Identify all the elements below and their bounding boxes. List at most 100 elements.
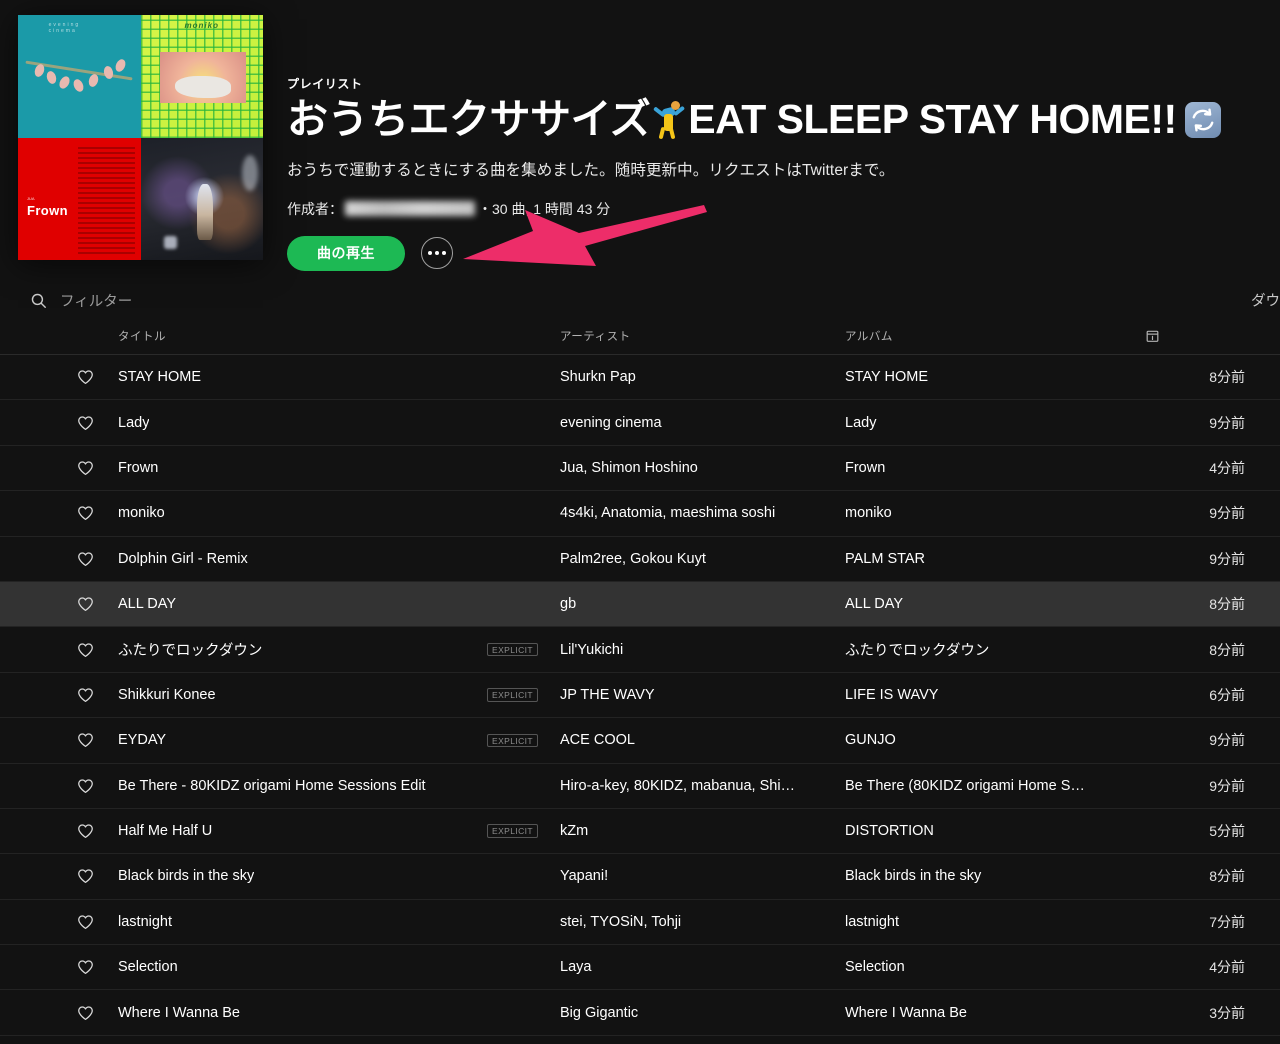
table-row[interactable]: lastnight stei, TYOSiN, Tohji lastnight 7分前 xyxy=(0,899,1280,945)
track-title-cell[interactable]: Dolphin Girl - Remix xyxy=(118,536,560,581)
table-row[interactable]: EYDAY EXPLICIT ACE COOL GUNJO 9分前 xyxy=(0,718,1280,764)
track-artist[interactable]: Lil'Yukichi xyxy=(560,627,845,672)
table-row[interactable]: Frown Jua, Shimon Hoshino Frown 4分前 xyxy=(0,445,1280,491)
heart-outline-icon[interactable] xyxy=(76,504,95,522)
heart-outline-icon[interactable] xyxy=(76,550,95,568)
track-title-cell[interactable]: Where I Wanna Be xyxy=(118,990,560,1035)
column-header-album[interactable]: アルバム xyxy=(845,328,1145,355)
table-row[interactable]: ALL DAY gb ALL DAY 8分前 xyxy=(0,581,1280,627)
table-row[interactable]: Dolphin Girl - Remix Palm2ree, Gokou Kuyt… xyxy=(0,536,1280,582)
like-cell[interactable] xyxy=(0,581,118,626)
track-title-cell[interactable]: ALL DAY xyxy=(118,581,560,626)
heart-outline-icon[interactable] xyxy=(76,958,95,976)
track-artist[interactable]: Shurkn Pap xyxy=(560,355,845,400)
track-album[interactable]: lastnight xyxy=(845,899,1145,944)
track-title-cell[interactable]: Selection xyxy=(118,945,560,990)
table-row[interactable]: ふたりでロックダウン EXPLICIT Lil'Yukichi ふたりでロックダウン 8… xyxy=(0,627,1280,673)
heart-outline-icon[interactable] xyxy=(76,731,95,749)
track-artist[interactable]: Jua, Shimon Hoshino xyxy=(560,445,845,490)
like-cell[interactable] xyxy=(0,355,118,400)
like-cell[interactable] xyxy=(0,718,118,763)
track-title-cell[interactable]: EYDAY EXPLICIT xyxy=(118,718,560,763)
track-title-cell[interactable]: Shikkuri Konee EXPLICIT xyxy=(118,672,560,717)
heart-outline-icon[interactable] xyxy=(76,414,95,432)
heart-outline-icon[interactable] xyxy=(76,1004,95,1022)
like-cell[interactable] xyxy=(0,808,118,853)
track-title-cell[interactable]: ふたりでロックダウン EXPLICIT xyxy=(118,627,560,672)
track-album[interactable]: Lady xyxy=(845,400,1145,445)
heart-outline-icon[interactable] xyxy=(76,641,95,659)
heart-outline-icon[interactable] xyxy=(76,822,95,840)
play-button[interactable]: 曲の再生 xyxy=(287,235,405,271)
table-row[interactable]: STAY HOME Shurkn Pap STAY HOME 8分前 xyxy=(0,355,1280,400)
cover-tile-3: JUA Frown xyxy=(18,137,141,260)
track-title-cell[interactable]: Lady xyxy=(118,400,560,445)
like-cell[interactable] xyxy=(0,854,118,899)
track-artist[interactable]: Hiro-a-key, 80KIDZ, mabanua, Shi… xyxy=(560,763,845,808)
filter-input-group[interactable]: フィルター xyxy=(30,290,132,311)
heart-outline-icon[interactable] xyxy=(76,913,95,931)
like-cell[interactable] xyxy=(0,672,118,717)
heart-outline-icon[interactable] xyxy=(76,459,95,477)
track-title-cell[interactable]: Be There - 80KIDZ origami Home Sessions … xyxy=(118,763,560,808)
track-artist[interactable]: Palm2ree, Gokou Kuyt xyxy=(560,536,845,581)
track-artist[interactable]: 4s4ki, Anatomia, maeshima soshi xyxy=(560,491,845,536)
track-artist[interactable]: evening cinema xyxy=(560,400,845,445)
column-header-date[interactable] xyxy=(1145,328,1280,355)
track-album[interactable]: Frown xyxy=(845,445,1145,490)
heart-outline-icon[interactable] xyxy=(76,368,95,386)
track-album[interactable]: PALM STAR xyxy=(845,536,1145,581)
heart-outline-icon[interactable] xyxy=(76,595,95,613)
track-title-cell[interactable]: STAY HOME xyxy=(118,355,560,400)
like-cell[interactable] xyxy=(0,763,118,808)
track-title-cell[interactable]: Black birds in the sky xyxy=(118,854,560,899)
table-row[interactable]: moniko 4s4ki, Anatomia, maeshima soshi mon… xyxy=(0,491,1280,537)
heart-outline-icon[interactable] xyxy=(76,777,95,795)
like-cell[interactable] xyxy=(0,445,118,490)
like-cell[interactable] xyxy=(0,400,118,445)
table-row[interactable]: Be There - 80KIDZ origami Home Sessions … xyxy=(0,763,1280,809)
track-title-cell[interactable]: Half Me Half U EXPLICIT xyxy=(118,808,560,853)
like-cell[interactable] xyxy=(0,536,118,581)
track-album[interactable]: Where I Wanna Be xyxy=(845,990,1145,1035)
column-header-artist[interactable]: アーティスト xyxy=(560,328,845,355)
table-row[interactable]: Lady evening cinema Lady 9分前 xyxy=(0,400,1280,446)
track-album[interactable]: DISTORTION xyxy=(845,808,1145,853)
track-album[interactable]: STAY HOME xyxy=(845,355,1145,400)
like-cell[interactable] xyxy=(0,899,118,944)
table-row[interactable]: Shikkuri Konee EXPLICIT JP THE WAVY LIFE IS… xyxy=(0,672,1280,718)
download-label[interactable]: ダウ xyxy=(1251,290,1280,311)
track-title-cell[interactable]: moniko xyxy=(118,491,560,536)
like-cell[interactable] xyxy=(0,945,118,990)
track-album[interactable]: Be There (80KIDZ origami Home S… xyxy=(845,763,1145,808)
track-album[interactable]: Selection xyxy=(845,945,1145,990)
track-album[interactable]: ふたりでロックダウン xyxy=(845,627,1145,672)
like-cell[interactable] xyxy=(0,990,118,1035)
like-cell[interactable] xyxy=(0,491,118,536)
track-artist[interactable]: gb xyxy=(560,581,845,626)
track-album[interactable]: GUNJO xyxy=(845,718,1145,763)
track-artist[interactable]: ACE COOL xyxy=(560,718,845,763)
track-artist[interactable]: Big Gigantic xyxy=(560,990,845,1035)
heart-outline-icon[interactable] xyxy=(76,686,95,704)
track-album[interactable]: Black birds in the sky xyxy=(845,854,1145,899)
table-row[interactable]: Black birds in the sky Yapani! Black birds… xyxy=(0,854,1280,900)
search-input[interactable]: フィルター xyxy=(60,290,132,311)
track-title-cell[interactable]: Frown xyxy=(118,445,560,490)
track-album[interactable]: LIFE IS WAVY xyxy=(845,672,1145,717)
track-artist[interactable]: Yapani! xyxy=(560,854,845,899)
track-title-cell[interactable]: lastnight xyxy=(118,899,560,944)
column-header-title[interactable]: タイトル xyxy=(118,328,560,355)
heart-outline-icon[interactable] xyxy=(76,867,95,885)
table-row[interactable]: Selection Laya Selection 4分前 xyxy=(0,945,1280,990)
track-album[interactable]: moniko xyxy=(845,491,1145,536)
track-artist[interactable]: kZm xyxy=(560,808,845,853)
track-artist[interactable]: stei, TYOSiN, Tohji xyxy=(560,899,845,944)
more-options-button[interactable] xyxy=(421,237,453,270)
table-row[interactable]: Half Me Half U EXPLICIT kZm DISTORTION 5分前 xyxy=(0,808,1280,854)
track-artist[interactable]: Laya xyxy=(560,945,845,990)
track-artist[interactable]: JP THE WAVY xyxy=(560,672,845,717)
table-row[interactable]: Where I Wanna Be Big Gigantic Where I Wann… xyxy=(0,990,1280,1036)
track-album[interactable]: ALL DAY xyxy=(845,581,1145,626)
like-cell[interactable] xyxy=(0,627,118,672)
